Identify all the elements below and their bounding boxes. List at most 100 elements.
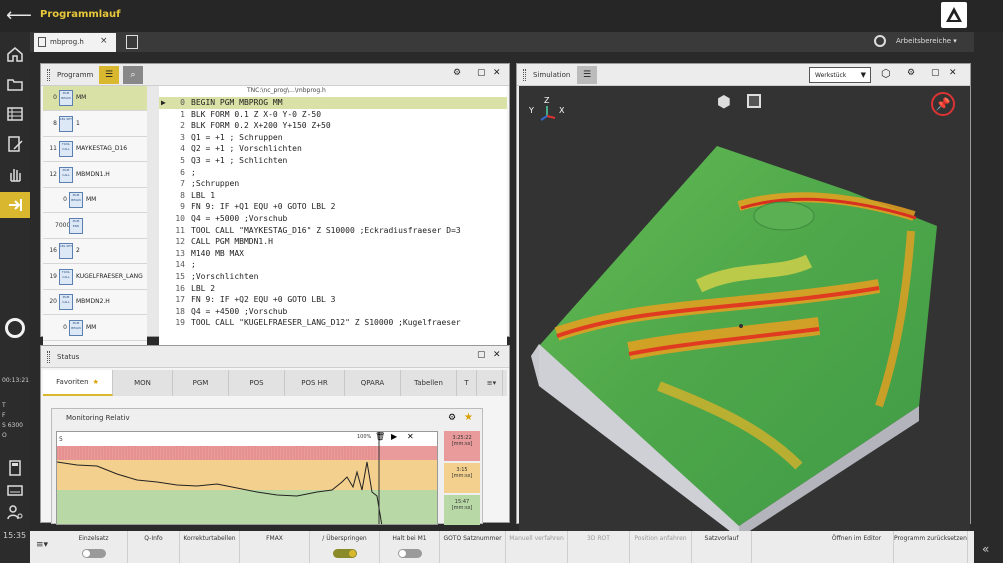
list-item[interactable]: 8 LBL SET 1 (43, 112, 147, 137)
doc-tab[interactable]: mbprog.h × (34, 33, 116, 52)
block-type-icon: TOOL CALL (59, 141, 73, 157)
play-icon[interactable]: ▶ (391, 432, 397, 441)
bottom-button-programm-zurücksetzen[interactable]: Programm zurücksetzen (894, 531, 968, 563)
tab-t[interactable]: T (457, 370, 477, 396)
bottom-button-satzvorlauf[interactable]: Satzvorlauf (692, 531, 752, 563)
code-line[interactable]: 14; (159, 259, 507, 271)
edit-program-icon[interactable] (3, 132, 27, 156)
table-icon[interactable] (3, 102, 27, 126)
line-number: 9 (180, 202, 185, 212)
close-icon[interactable]: ✕ (493, 68, 501, 78)
code-line[interactable]: 18 Q4 = +4500 ;Vorschub (159, 306, 507, 318)
list-item[interactable]: 12 PGM CALL MBMDN1.H (43, 163, 147, 188)
user-settings-icon[interactable] (3, 500, 27, 524)
list-item[interactable]: 19 TOOL CALL KUGELFRAESER_LANG (43, 265, 147, 290)
code-line[interactable]: 17 FN 9: IF +Q2 EQU +0 GOTO LBL 3 (159, 294, 507, 306)
workspace-icon[interactable] (874, 35, 886, 47)
tab-favoriten[interactable]: Favoriten ★ (43, 370, 113, 396)
grip-icon[interactable] (523, 69, 526, 81)
maximize-icon[interactable]: ▢ (477, 350, 486, 360)
tab-mon[interactable]: MON (113, 370, 173, 396)
code-line[interactable]: 13 M140 MB MAX (159, 248, 507, 260)
toggle-switch[interactable] (332, 549, 357, 558)
list-item[interactable]: 0 PGM BEGIN MM (43, 316, 147, 341)
bottom-button-halt-bei-m1[interactable]: Halt bei M1 (380, 531, 440, 563)
list-splitter[interactable] (147, 86, 159, 336)
home-icon[interactable] (3, 42, 27, 66)
trash-icon[interactable]: 🗑 (375, 432, 385, 441)
tab-pos-hr[interactable]: POS HR (285, 370, 345, 396)
list-item[interactable]: 11 TOOL CALL MAYKESTAG_D16 (43, 137, 147, 162)
back-arrow-icon[interactable]: ⟵ (6, 6, 32, 26)
manual-hand-icon[interactable] (3, 162, 27, 186)
bottom-button-position-anfahren[interactable]: Position anfahren (630, 531, 692, 563)
program-run-icon[interactable] (0, 192, 30, 218)
bottom-button-fmax[interactable]: FMAX (240, 531, 310, 563)
code-line[interactable]: 19 TOOL CALL "KUGELFRAESER_LANG_D12" Z S1… (159, 317, 507, 329)
code-line[interactable]: 5 Q3 = +1 ; Schlichten (159, 155, 507, 167)
toggle-switch[interactable] (81, 549, 106, 558)
tab-qpara[interactable]: QPARA (345, 370, 401, 396)
bottom-button-einzelsatz[interactable]: Einzelsatz (60, 531, 128, 563)
view-mode-select[interactable]: Werkstück ▼ (809, 67, 871, 83)
keyboard-icon[interactable] (3, 478, 27, 502)
workspace-dropdown[interactable]: Arbeitsbereiche ▾ (896, 37, 957, 45)
block-number: 7000 (55, 221, 71, 229)
toggle-switch[interactable] (397, 549, 422, 558)
tab-tabellen[interactable]: Tabellen (401, 370, 457, 396)
folder-icon[interactable] (3, 72, 27, 96)
code-line[interactable]: 10 Q4 = +5000 ;Vorschub (159, 213, 507, 225)
code-line[interactable]: 4 Q2 = +1 ; Vorschlichten (159, 143, 507, 155)
bottom-button-3d-rot[interactable]: 3D ROT (568, 531, 630, 563)
close-icon[interactable]: ✕ (407, 432, 414, 441)
list-item[interactable]: 20 PGM CALL MBMDN2.H (43, 290, 147, 315)
code-line[interactable]: 6; (159, 167, 507, 179)
list-item[interactable]: 0 PGM BEGIN MM (43, 86, 147, 111)
code-line[interactable]: 12 CALL PGM MBMDN1.H (159, 236, 507, 248)
list-item[interactable]: 7000 PGM END (43, 214, 147, 239)
code-line[interactable]: 1 BLK FORM 0.1 Z X-0 Y-0 Z-50 (159, 109, 507, 121)
bottom-button-korrekturtabellen[interactable]: Korrekturtabellen (180, 531, 240, 563)
bottom-button-label: Q-Info (144, 535, 163, 542)
list-item[interactable]: 0 PGM BEGIN MM (43, 188, 147, 213)
code-line[interactable]: 8 LBL 1 (159, 190, 507, 202)
chevron-double-left-icon[interactable]: « (982, 542, 989, 556)
calculator-icon[interactable] (3, 456, 27, 480)
gear-icon[interactable]: ⚙ (907, 68, 915, 78)
bottom-button-goto-satznummer[interactable]: GOTO Satznummer (440, 531, 506, 563)
simulation-viewport[interactable]: Y Z X ⬢ 📌 (519, 86, 970, 536)
tab-pos[interactable]: POS (229, 370, 285, 396)
search-icon[interactable]: ⌕ (123, 66, 143, 84)
bottom-button-öffnen-im-editor[interactable]: Öffnen im Editor (820, 531, 894, 563)
gear-icon[interactable]: ⚙ (453, 68, 461, 78)
bottom-button-manuell-verfahren[interactable]: Manuell verfahren (506, 531, 568, 563)
menu-icon[interactable]: ≡▾ (36, 540, 48, 550)
code-line[interactable]: 2 BLK FORM 0.2 X+200 Y+150 Z+50 (159, 120, 507, 132)
list-view-icon[interactable]: ☰ (99, 66, 119, 84)
maximize-icon[interactable]: ▢ (931, 68, 940, 78)
tab-pgm[interactable]: PGM (173, 370, 229, 396)
grip-icon[interactable] (47, 351, 50, 363)
code-line[interactable]: 11 TOOL CALL "MAYKESTAG_D16" Z S10000 ;Ec… (159, 225, 507, 237)
grip-icon[interactable] (47, 69, 50, 81)
maximize-icon[interactable]: ▢ (477, 68, 486, 78)
gear-icon[interactable]: ⚙ (448, 413, 456, 423)
close-icon[interactable]: × (100, 36, 108, 46)
cube-view-icon[interactable]: ⬡ (881, 67, 891, 80)
list-view-icon[interactable]: ☰ (577, 66, 597, 84)
code-line[interactable]: 3 Q1 = +1 ; Schruppen (159, 132, 507, 144)
code-line[interactable]: ▶ 0 BEGIN PGM MBPROG MM (159, 97, 507, 109)
tab-overflow-menu[interactable]: ≡▾ (481, 370, 503, 396)
star-icon[interactable]: ★ (464, 412, 473, 423)
code-line[interactable]: 7 ;Schruppen (159, 178, 507, 190)
close-icon[interactable]: ✕ (493, 350, 501, 360)
code-line[interactable]: 15 ;Vorschlichten (159, 271, 507, 283)
list-item[interactable]: 16 LBL SET 2 (43, 239, 147, 264)
bottom-button--überspringen[interactable]: / Überspringen (310, 531, 380, 563)
close-icon[interactable]: ✕ (949, 68, 957, 78)
code-line[interactable]: 16 LBL 2 (159, 283, 507, 295)
monitoring-widget: Monitoring Relativ ⚙ ★ 5 100% 🗑 ▶ ✕ 3:25… (51, 408, 483, 525)
code-line[interactable]: 9 FN 9: IF +Q1 EQU +0 GOTO LBL 2 (159, 201, 507, 213)
bottom-button-q-info[interactable]: Q-Info (128, 531, 180, 563)
new-tab-icon[interactable] (126, 35, 138, 49)
